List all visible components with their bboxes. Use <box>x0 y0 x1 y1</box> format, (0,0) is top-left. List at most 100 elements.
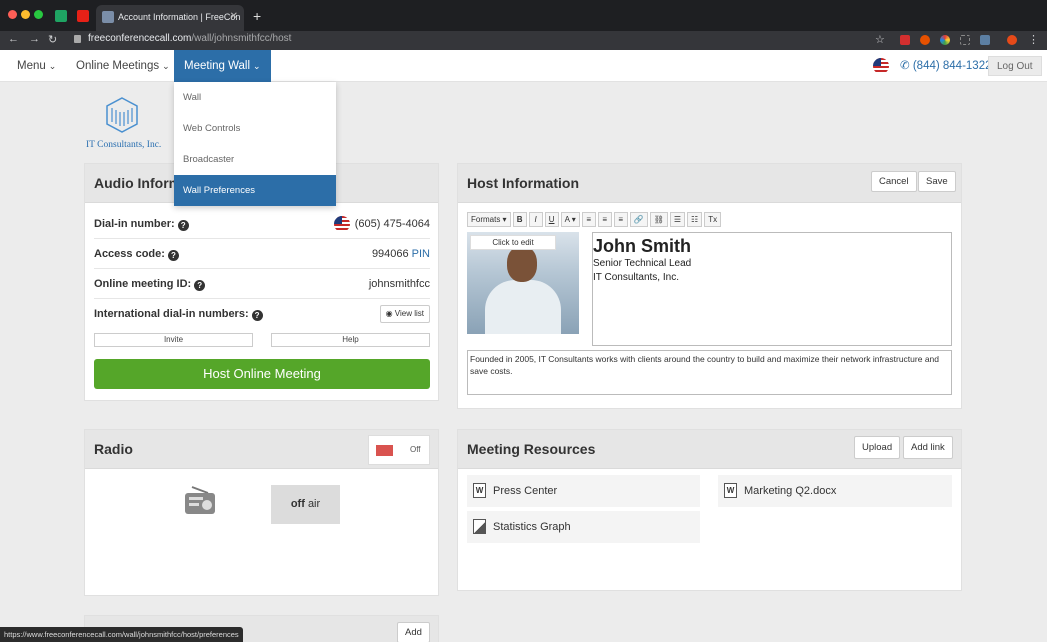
link-icon[interactable]: 🔗 <box>629 212 648 227</box>
bold-icon[interactable]: B <box>512 212 527 227</box>
company-logo: IT Consultants, Inc. <box>86 96 162 152</box>
logo-cube-icon <box>106 97 138 133</box>
logout-button[interactable]: Log Out <box>988 56 1042 76</box>
save-button[interactable]: Save <box>918 171 956 192</box>
active-tab[interactable]: Account Information | FreeCon ✕ <box>96 5 244 31</box>
nav-menu-label: Menu <box>17 60 46 72</box>
dial-in-row: Dial-in number:? (605) 475-4064 <box>94 209 430 239</box>
numbered-list-icon[interactable]: ☷ <box>687 212 703 227</box>
help-button[interactable]: Help <box>271 333 430 347</box>
access-code-value: 994066 <box>371 248 409 260</box>
invite-button[interactable]: Invite <box>94 333 253 347</box>
forward-arrow-icon[interactable]: → <box>29 33 40 45</box>
panel-title: Radio <box>94 441 133 457</box>
meeting-resources-panel: Meeting Resources Upload Add link W Pres… <box>457 429 962 591</box>
resource-item[interactable]: W Press Center <box>467 475 700 507</box>
document-icon: W <box>724 483 737 498</box>
support-phone[interactable]: ✆ (844) 844-1322 <box>900 50 992 82</box>
align-left-icon[interactable]: ≡ <box>581 212 596 227</box>
extension-icon[interactable] <box>940 35 950 45</box>
view-list-button[interactable]: ◉ View list <box>379 305 430 323</box>
site-navbar: Menu ⌄ Online Meetings ⌄ Meeting Wall ⌄ ✆ (… <box>0 50 1047 82</box>
dropdown-item-wall-preferences[interactable]: Wall Preferences <box>174 175 336 206</box>
italic-icon[interactable]: I <box>528 212 543 227</box>
extension-icon[interactable] <box>960 35 970 45</box>
add-link-button[interactable]: Add link <box>903 436 953 459</box>
host-card-editor[interactable]: John Smith Senior Technical Lead IT Cons… <box>592 232 952 346</box>
align-right-icon[interactable]: ≡ <box>613 212 628 227</box>
text-color-icon[interactable]: A ▾ <box>560 212 580 227</box>
align-center-icon[interactable]: ≡ <box>597 212 612 227</box>
access-code-label: Access code: <box>94 248 165 260</box>
extension-icon[interactable] <box>900 35 910 45</box>
meeting-id-value: johnsmithfcc <box>368 278 430 290</box>
air-word: air <box>307 498 321 510</box>
site-favicon-icon <box>102 11 114 23</box>
access-code-row: Access code:? 994066 PIN <box>94 239 430 269</box>
chevron-down-icon: ⌄ <box>253 61 261 71</box>
nav-online-meetings[interactable]: Online Meetings ⌄ <box>76 50 170 82</box>
upload-button[interactable]: Upload <box>854 436 901 459</box>
toggle-state: Off <box>410 445 421 454</box>
intl-dial-in-label: International dial-in numbers: <box>94 308 249 320</box>
sheets-tab-icon[interactable] <box>55 10 67 22</box>
underline-icon[interactable]: U <box>544 212 559 227</box>
pin-link[interactable]: PIN <box>412 248 430 260</box>
bookmark-star-icon[interactable]: ☆ <box>875 33 885 46</box>
help-icon[interactable]: ? <box>194 280 206 291</box>
reload-icon[interactable]: ↻ <box>48 33 57 46</box>
minimize-window-dot[interactable] <box>21 10 30 19</box>
radio-toggle[interactable]: Off <box>368 435 430 465</box>
phone-icon: ✆ <box>900 60 910 72</box>
dial-in-label: Dial-in number: <box>94 218 175 230</box>
about-text-editor[interactable]: Founded in 2005, IT Consultants works wi… <box>467 350 952 395</box>
youtube-tab-icon[interactable] <box>77 10 89 22</box>
back-arrow-icon[interactable]: ← <box>8 33 19 45</box>
panel-title: Host Information <box>467 175 579 191</box>
dropdown-item-web-controls[interactable]: Web Controls <box>174 113 336 144</box>
dropdown-item-broadcaster[interactable]: Broadcaster <box>174 144 336 175</box>
nav-meeting-wall[interactable]: Meeting Wall ⌄ <box>174 50 271 82</box>
add-button[interactable]: Add <box>397 622 430 642</box>
profile-avatar[interactable] <box>1007 35 1017 45</box>
resource-name: Press Center <box>493 485 558 497</box>
host-online-meeting-button[interactable]: Host Online Meeting <box>94 359 430 389</box>
us-flag-icon[interactable] <box>873 58 889 74</box>
extension-icon[interactable] <box>980 35 990 45</box>
click-to-edit-tooltip[interactable]: Click to edit <box>470 235 556 250</box>
logo-text: IT Consultants, Inc. <box>86 140 162 150</box>
help-icon[interactable]: ? <box>167 250 179 261</box>
unlink-icon[interactable]: ⛓ <box>649 212 668 227</box>
url-field[interactable]: freeconferencecall.com/wall/johnsmithfcc… <box>88 33 291 44</box>
host-role: Senior Technical Lead <box>593 258 692 269</box>
radio-icon <box>185 486 215 514</box>
browser-status-url: https://www.freeconferencecall.com/wall/… <box>0 627 243 642</box>
browser-menu-icon[interactable]: ⋮ <box>1028 33 1039 46</box>
help-icon[interactable]: ? <box>177 220 189 231</box>
host-photo[interactable]: Click to edit <box>467 232 579 334</box>
maximize-window-dot[interactable] <box>34 10 43 19</box>
image-icon <box>473 519 486 534</box>
tab-close-icon[interactable]: ✕ <box>230 5 238 29</box>
panel-header: Host Information Cancel Save <box>458 164 961 203</box>
editor-toolbar: Formats ▾ B I U A ▾ ≡ ≡ ≡ 🔗 ⛓ ☰ ☷ Tx <box>467 212 722 227</box>
extension-icon[interactable] <box>920 35 930 45</box>
off-word: off <box>290 498 305 510</box>
off-air-indicator: off air <box>271 485 340 524</box>
cancel-button[interactable]: Cancel <box>871 171 917 192</box>
help-icon[interactable]: ? <box>251 310 263 321</box>
nav-menu[interactable]: Menu ⌄ <box>17 50 56 82</box>
tab-title: Account Information | FreeCon <box>118 12 241 22</box>
clear-format-icon[interactable]: Tx <box>704 212 722 227</box>
close-window-dot[interactable] <box>8 10 17 19</box>
new-tab-button[interactable]: + <box>253 8 261 24</box>
us-flag-icon[interactable] <box>334 216 350 232</box>
bullet-list-icon[interactable]: ☰ <box>669 212 686 227</box>
nav-online-meetings-label: Online Meetings <box>76 60 160 72</box>
resource-item[interactable]: Statistics Graph <box>467 511 700 543</box>
dropdown-item-wall[interactable]: Wall <box>174 82 336 113</box>
resource-item[interactable]: W Marketing Q2.docx <box>718 475 952 507</box>
formats-dropdown[interactable]: Formats ▾ <box>467 212 511 227</box>
meeting-wall-dropdown: Wall Web Controls Broadcaster Wall Prefe… <box>174 82 336 206</box>
meeting-id-row: Online meeting ID:? johnsmithfcc <box>94 269 430 299</box>
